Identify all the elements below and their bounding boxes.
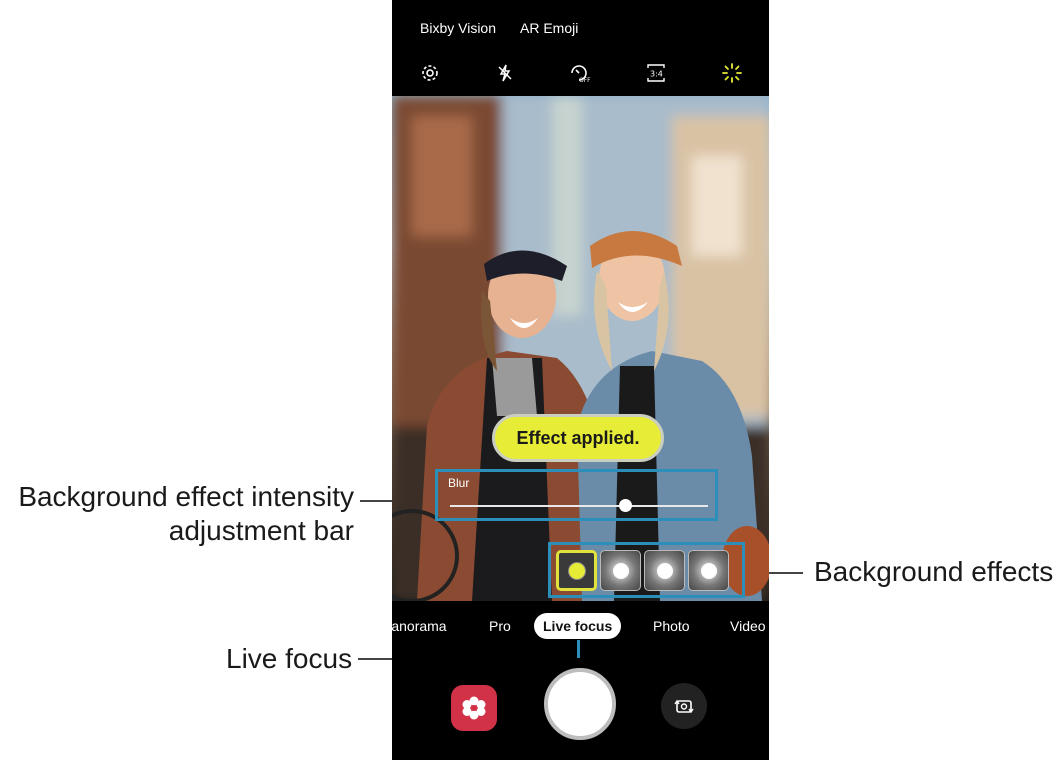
- background-effects-strip: [548, 542, 745, 598]
- camera-mode-bar: Panorama Pro Live focus Photo Video: [392, 612, 769, 642]
- settings-icon[interactable]: [417, 60, 443, 86]
- switch-camera-button[interactable]: [661, 683, 707, 729]
- gallery-flower-icon: [462, 696, 486, 720]
- callout-bg-effects: Background effects: [814, 556, 1054, 587]
- blur-label: Blur: [448, 476, 470, 490]
- blur-slider-thumb[interactable]: [618, 499, 632, 512]
- gallery-button[interactable]: [451, 685, 497, 731]
- mode-live-focus[interactable]: Live focus: [534, 613, 622, 639]
- preview-image: [392, 96, 769, 601]
- mode-pro[interactable]: Pro: [489, 618, 511, 634]
- mode-panorama[interactable]: Panorama: [392, 618, 447, 634]
- switch-camera-icon: [674, 699, 694, 714]
- shutter-button[interactable]: [544, 668, 616, 740]
- camera-toolbar: OFF 3:4: [392, 56, 769, 90]
- callout-live-focus: Live focus: [226, 643, 353, 674]
- effect-zoom-dot: [701, 562, 717, 579]
- blur-intensity-bar[interactable]: Blur: [435, 469, 718, 521]
- effect-spin[interactable]: [644, 549, 685, 591]
- timer-off-text: OFF: [579, 77, 591, 84]
- effect-zoom[interactable]: [688, 549, 729, 591]
- phone-screen: Bixby Vision AR Emoji OFF 3:4 Effect app…: [392, 0, 769, 760]
- effect-blur[interactable]: [556, 549, 597, 591]
- flash-off-icon[interactable]: [492, 60, 518, 86]
- callout-bg-intensity: Background effect intensity adjustment b…: [10, 480, 354, 548]
- camera-viewfinder[interactable]: Effect applied. Blur: [392, 96, 769, 601]
- mode-video[interactable]: Video: [730, 618, 766, 634]
- callout-bg-intensity-line1: Background effect intensity: [18, 481, 354, 512]
- effect-applied-toast: Effect applied.: [492, 414, 664, 462]
- blur-slider-track[interactable]: [450, 505, 708, 507]
- aspect-ratio-text: 3:4: [650, 70, 663, 79]
- effect-big-circle-dot: [613, 562, 629, 579]
- effect-big-circle[interactable]: [600, 549, 641, 591]
- aspect-ratio-icon[interactable]: 3:4: [643, 60, 669, 86]
- effect-spin-dot: [657, 562, 673, 579]
- ar-emoji-link[interactable]: AR Emoji: [520, 20, 578, 36]
- filter-effect-icon[interactable]: [719, 60, 745, 86]
- timer-off-icon[interactable]: OFF: [567, 60, 593, 86]
- mode-photo[interactable]: Photo: [653, 618, 690, 634]
- live-focus-pointer-line: [577, 640, 580, 658]
- bixby-vision-link[interactable]: Bixby Vision: [420, 20, 496, 36]
- callout-bg-intensity-line2: adjustment bar: [168, 515, 354, 546]
- effect-blur-dot: [568, 561, 586, 580]
